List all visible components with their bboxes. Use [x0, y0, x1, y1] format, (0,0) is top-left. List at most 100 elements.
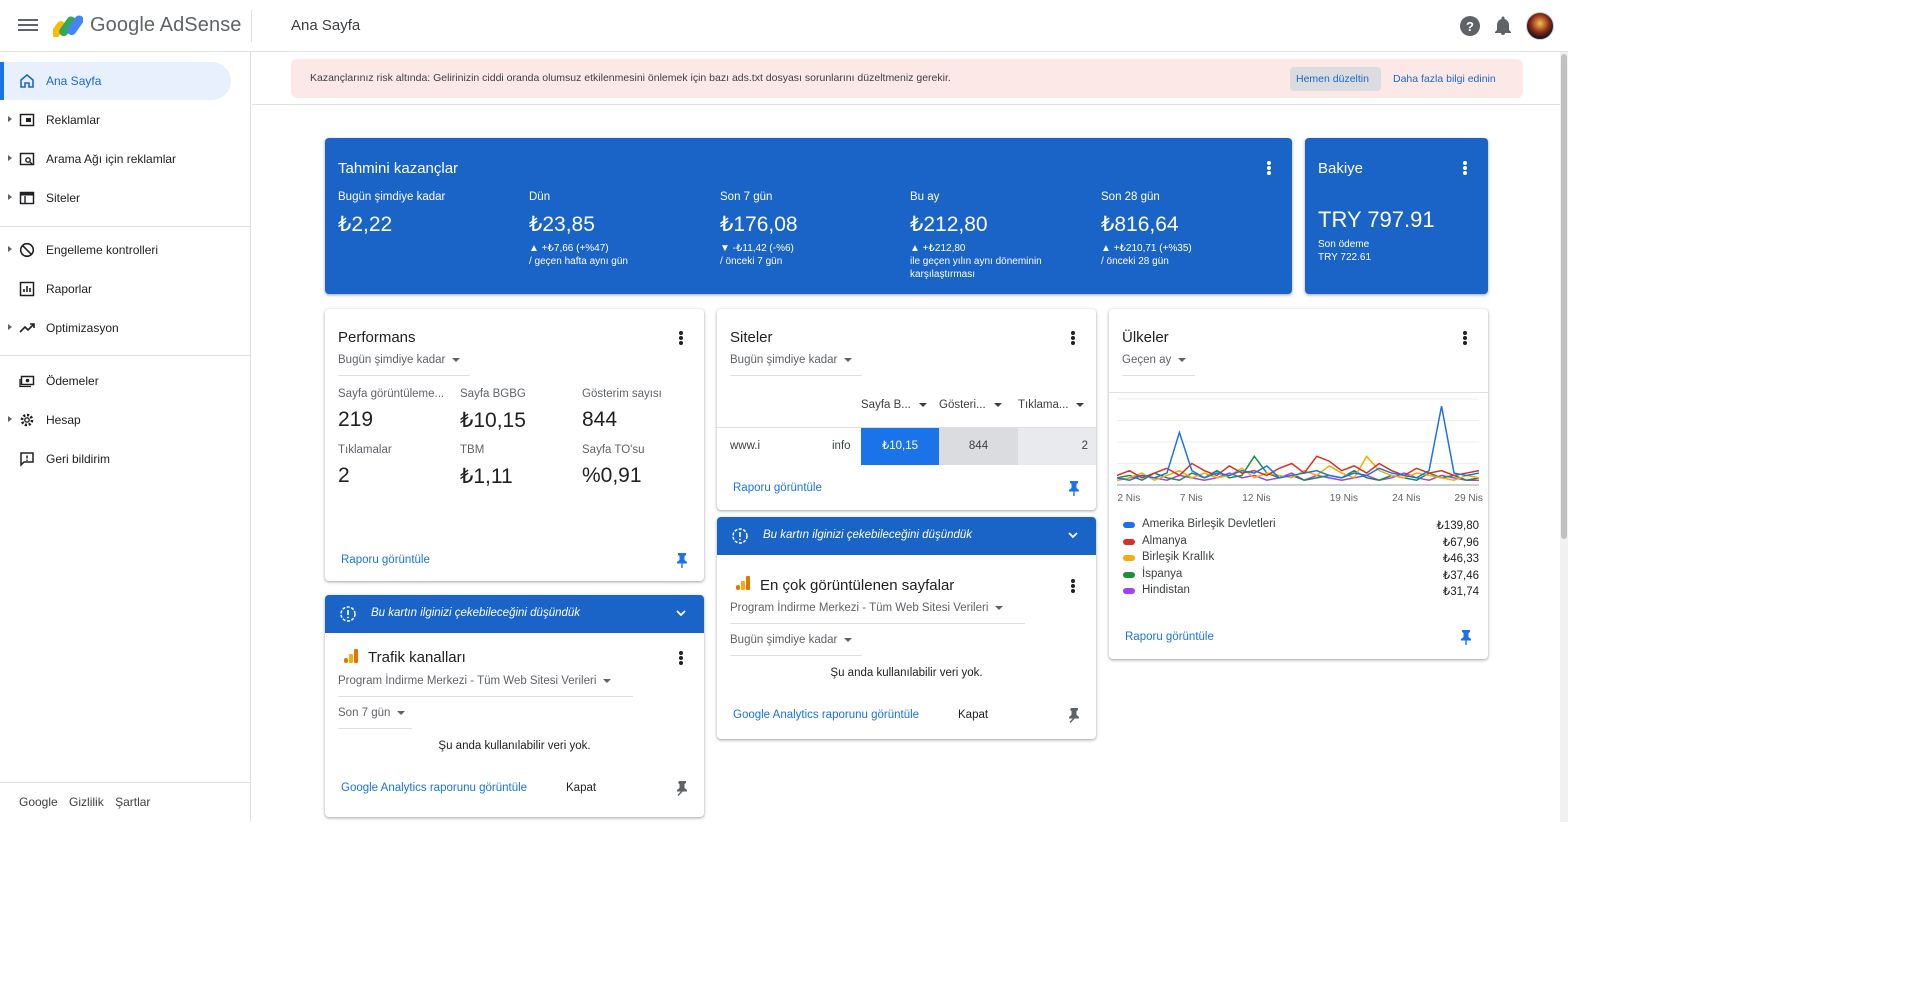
card-title: Ülkeler	[1122, 329, 1169, 346]
card-title: Tahmini kazançlar	[338, 160, 459, 177]
legend-item: Almanya ₺67,96	[1123, 535, 1479, 551]
property-dropdown[interactable]: Program İndirme Merkezi - Tüm Web Sitesi…	[730, 602, 1025, 624]
legend-swatch	[1123, 571, 1135, 578]
sidebar-item-label: Siteler	[46, 191, 81, 205]
more-options-icon[interactable]	[1267, 161, 1271, 175]
menu-icon[interactable]	[18, 16, 38, 36]
help-icon[interactable]: ?	[1460, 16, 1480, 36]
period-dropdown[interactable]: Son 7 gün	[338, 707, 412, 729]
more-options-icon[interactable]	[1071, 579, 1075, 593]
more-options-icon[interactable]	[1071, 331, 1075, 345]
sidebar-item-account[interactable]: Hesap	[0, 401, 231, 439]
sidebar-divider	[0, 355, 251, 356]
metric-label: TBM	[460, 444, 485, 456]
close-button[interactable]: Kapat	[566, 782, 596, 794]
footer-link-privacy[interactable]: Gizlilik	[69, 795, 104, 809]
view-report-link[interactable]: Raporu görüntüle	[1125, 631, 1214, 643]
stat-delta: ▲ +₺7,66 (+%47)	[529, 243, 609, 254]
metric-label: Sayfa görüntüleme...	[338, 388, 445, 400]
period-dropdown[interactable]: Bugün şimdiye kadar	[730, 354, 862, 376]
main-content: Kazançlarınız risk altında: Gelirinizin …	[252, 52, 1568, 822]
sidebar-item-sites[interactable]: Siteler	[0, 179, 231, 217]
scrollbar[interactable]	[1560, 52, 1568, 822]
metric-value: 844	[582, 408, 618, 431]
sidebar-item-ads[interactable]: Reklamlar	[0, 101, 231, 139]
sidebar-item-payments[interactable]: Ödemeler	[0, 362, 231, 400]
chart-x-tick-label: 12 Nis	[1242, 493, 1270, 504]
site-name-suffix: info	[832, 440, 851, 452]
period-dropdown[interactable]: Bugün şimdiye kadar	[338, 354, 470, 376]
performance-card: Performans Bugün şimdiye kadar Sayfa gör…	[325, 309, 704, 581]
period-dropdown[interactable]: Bugün şimdiye kadar	[730, 634, 862, 656]
chevron-down-icon[interactable]	[1068, 530, 1078, 540]
pin-icon[interactable]	[1459, 629, 1473, 645]
fix-now-button[interactable]: Hemen düzeltin	[1290, 67, 1381, 91]
metric-label: Tıklamalar	[338, 444, 392, 456]
legend-swatch	[1123, 588, 1135, 594]
header-divider	[251, 10, 252, 42]
footer-link-terms[interactable]: Şartlar	[115, 795, 150, 809]
pin-icon[interactable]	[1067, 480, 1081, 496]
chevron-down-icon[interactable]	[676, 608, 686, 618]
legend-item: Amerika Birleşik Devletleri ₺139,80	[1123, 518, 1479, 534]
more-options-icon[interactable]	[1463, 331, 1467, 345]
sidebar-item-blocking[interactable]: Engelleme kontrolleri	[0, 231, 231, 269]
sidebar-item-optimization[interactable]: Optimizasyon	[0, 309, 231, 347]
last-payment-value: TRY 722.61	[1318, 252, 1372, 263]
ads-txt-alert: Kazançlarınız risk altında: Gelirinizin …	[291, 59, 1523, 98]
empty-message: Şu anda kullanılabilir veri yok.	[830, 667, 983, 679]
alert-bar: Kazançlarınız risk altında: Gelirinizin …	[252, 52, 1560, 105]
sidebar-item-label: Geri bildirim	[46, 452, 111, 466]
view-report-link[interactable]: Raporu görüntüle	[733, 482, 822, 494]
footer-link-google[interactable]: Google	[19, 795, 58, 809]
more-options-icon[interactable]	[679, 651, 683, 665]
property-dropdown[interactable]: Program İndirme Merkezi - Tüm Web Sitesi…	[338, 675, 633, 697]
suggestion-banner[interactable]: Bu kartın ilginizi çekebileceğini düşünd…	[717, 517, 1096, 555]
stat-compare: / önceki 7 gün	[720, 256, 783, 267]
learn-more-button[interactable]: Daha fazla bilgi edinin	[1387, 67, 1502, 91]
period-dropdown[interactable]: Geçen ay	[1122, 354, 1195, 376]
chart-x-tick-label: 19 Nis	[1330, 493, 1358, 504]
table-row[interactable]: www.i info ₺10,15 844 2	[717, 427, 1096, 465]
chart-x-tick-label: 2 Nis	[1117, 493, 1140, 504]
close-button[interactable]: Kapat	[958, 709, 988, 721]
sidebar-item-home[interactable]: Ana Sayfa	[0, 62, 231, 100]
stat-label: Son 7 gün	[720, 191, 773, 203]
legend-item: Birleşik Krallık ₺46,33	[1123, 551, 1479, 567]
card-title: Trafik kanalları	[368, 649, 466, 666]
suggestion-banner[interactable]: Bu kartın ilginizi çekebileceğini düşünd…	[325, 595, 704, 633]
pin-icon[interactable]	[675, 552, 689, 568]
info-alert-icon	[732, 528, 748, 544]
notifications-icon[interactable]	[1494, 16, 1512, 36]
view-ga-report-link[interactable]: Google Analytics raporunu görüntüle	[341, 782, 527, 794]
legend-country-name: Amerika Birleşik Devletleri	[1142, 518, 1276, 530]
pin-icon[interactable]	[675, 780, 689, 796]
stat-value: ₺176,08	[720, 213, 798, 236]
banner-text: Bu kartın ilginizi çekebileceğini düşünd…	[763, 529, 973, 541]
sidebar-item-label: Ödemeler	[46, 374, 99, 388]
avatar[interactable]	[1526, 12, 1554, 40]
ads-icon	[19, 113, 35, 127]
trending-icon	[19, 323, 35, 333]
sidebar-item-reports[interactable]: Raporlar	[0, 270, 231, 308]
stat-value: ₺212,80	[910, 213, 988, 236]
stat-delta: ▲ +₺212,80	[910, 243, 966, 254]
stat-delta: ▲ +₺210,71 (+%35)	[1101, 243, 1192, 254]
column-header-clicks[interactable]: Tıklama...	[1018, 399, 1084, 411]
pin-icon[interactable]	[1067, 707, 1081, 723]
column-header-impressions[interactable]: Gösteri...	[939, 399, 1002, 411]
sidebar-item-feedback[interactable]: Geri bildirim	[0, 440, 231, 478]
more-options-icon[interactable]	[1463, 161, 1467, 175]
sidebar-item-search-ads[interactable]: Arama Ağı için reklamlar	[0, 140, 231, 178]
more-options-icon[interactable]	[679, 331, 683, 345]
metric-value: 2	[338, 464, 350, 487]
column-header-rpm[interactable]: Sayfa B...	[861, 399, 927, 411]
view-ga-report-link[interactable]: Google Analytics raporunu görüntüle	[733, 709, 919, 721]
legend-country-value: ₺31,74	[1442, 586, 1479, 598]
view-report-link[interactable]: Raporu görüntüle	[341, 554, 430, 566]
balance-value: TRY 797.91	[1318, 207, 1435, 232]
impressions-cell: 844	[939, 428, 1018, 465]
block-icon	[19, 242, 35, 258]
sidebar-divider	[0, 226, 251, 227]
top-bar: Google AdSense Ana Sayfa ?	[0, 0, 1568, 52]
